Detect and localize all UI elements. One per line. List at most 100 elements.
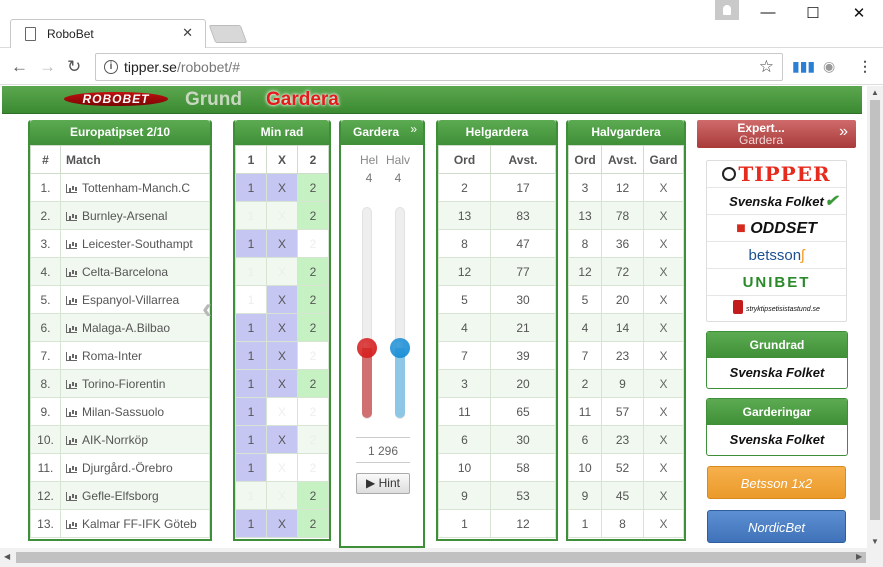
pick-1[interactable]: 1 (235, 369, 267, 398)
minimize-icon[interactable]: — (758, 4, 778, 21)
scrollbar-thumb[interactable] (870, 100, 880, 520)
pick-x[interactable]: X (266, 481, 298, 510)
match-cell[interactable]: Kalmar FF-IFK Göteb (60, 509, 210, 538)
bar-chart-icon[interactable] (66, 183, 77, 193)
match-cell[interactable]: AIK-Norrköp (60, 425, 210, 454)
gard-cell[interactable]: X (643, 229, 684, 258)
menu-icon[interactable]: ⋮ (858, 58, 872, 75)
expert-dropdown[interactable]: Expert... Gardera » (697, 120, 856, 148)
pick-x[interactable]: X (266, 257, 298, 286)
bar-chart-icon[interactable] (66, 211, 77, 221)
bar-chart-icon[interactable] (66, 239, 77, 249)
forward-icon[interactable]: → (39, 57, 56, 77)
gard-cell[interactable]: X (643, 369, 684, 398)
horizontal-scrollbar[interactable]: ◀ ▶ (0, 548, 883, 567)
address-bar[interactable]: i tipper.se/robobet/# ☆ (95, 53, 783, 81)
match-cell[interactable]: Leicester-Southampt (60, 229, 210, 258)
close-window-icon[interactable]: ✕ (849, 4, 869, 22)
grundrad-source[interactable]: Svenska Folket (707, 358, 847, 388)
bar-chart-icon[interactable] (66, 295, 77, 305)
pick-2[interactable]: 2 (297, 173, 329, 202)
pick-x[interactable]: X (266, 397, 298, 426)
pick-1[interactable]: 1 (235, 285, 267, 314)
bookmark-star-icon[interactable]: ☆ (759, 57, 774, 77)
chevron-down-icon[interactable]: » (410, 122, 417, 136)
scroll-left-icon[interactable]: ◀ (4, 552, 10, 561)
pick-1[interactable]: 1 (235, 453, 267, 482)
hel-slider-track[interactable] (357, 207, 377, 419)
bar-chart-icon[interactable] (66, 323, 77, 333)
source-stryktipset[interactable]: stryktipsetisistastund.se (707, 296, 846, 323)
gard-cell[interactable]: X (643, 425, 684, 454)
chevron-left-icon[interactable]: ‹ (202, 292, 212, 326)
scroll-down-icon[interactable]: ▼ (871, 537, 879, 546)
match-cell[interactable]: Tottenham-Manch.C (60, 173, 210, 202)
pick-2[interactable]: 2 (297, 313, 329, 342)
nav-grund[interactable]: Grund (185, 89, 242, 111)
match-cell[interactable]: Milan-Sassuolo (60, 397, 210, 426)
extension-icon[interactable]: ◉ (823, 58, 835, 75)
browser-tab[interactable]: RoboBet ✕ (10, 19, 206, 48)
gard-cell[interactable]: X (643, 509, 684, 538)
vertical-scrollbar[interactable]: ▲ ▼ (867, 86, 883, 548)
halv-slider-handle[interactable] (390, 338, 410, 358)
pick-x[interactable]: X (266, 229, 298, 258)
pick-2[interactable]: 2 (297, 229, 329, 258)
pick-2[interactable]: 2 (297, 201, 329, 230)
new-tab-button[interactable] (208, 25, 248, 43)
bar-chart-icon[interactable] (66, 267, 77, 277)
info-icon[interactable]: i (104, 60, 118, 74)
robobet-logo[interactable]: ROBOBET (64, 92, 168, 106)
gard-cell[interactable]: X (643, 397, 684, 426)
halv-slider-track[interactable] (390, 207, 410, 419)
bar-chart-icon[interactable] (66, 351, 77, 361)
pick-1[interactable]: 1 (235, 229, 267, 258)
bar-chart-icon[interactable] (66, 435, 77, 445)
match-cell[interactable]: Torino-Fiorentin (60, 369, 210, 398)
match-cell[interactable]: Espanyol-Villarrea (60, 285, 210, 314)
close-tab-icon[interactable]: ✕ (182, 25, 193, 41)
pick-x[interactable]: X (266, 341, 298, 370)
pick-x[interactable]: X (266, 453, 298, 482)
pick-1[interactable]: 1 (235, 313, 267, 342)
nordicbet-button[interactable]: NordicBet (707, 510, 846, 543)
pick-2[interactable]: 2 (297, 509, 329, 538)
pick-1[interactable]: 1 (235, 257, 267, 286)
pick-2[interactable]: 2 (297, 285, 329, 314)
pick-1[interactable]: 1 (235, 481, 267, 510)
gard-cell[interactable]: X (643, 341, 684, 370)
betsson-1x2-button[interactable]: Betsson 1x2 (707, 466, 846, 499)
pick-1[interactable]: 1 (235, 201, 267, 230)
bar-chart-icon[interactable] (66, 491, 77, 501)
pick-x[interactable]: X (266, 173, 298, 202)
hint-button[interactable]: ▶ Hint (356, 473, 410, 494)
pick-1[interactable]: 1 (235, 173, 267, 202)
pick-1[interactable]: 1 (235, 509, 267, 538)
source-betsson[interactable]: betssonʃ (707, 242, 846, 269)
gard-cell[interactable]: X (643, 481, 684, 510)
match-cell[interactable]: Djurgård.-Örebro (60, 453, 210, 482)
pick-2[interactable]: 2 (297, 481, 329, 510)
source-tipper[interactable]: TIPPER (707, 161, 846, 188)
nav-gardera[interactable]: Gardera (266, 89, 339, 111)
scrollbar-thumb[interactable] (16, 552, 866, 563)
gard-cell[interactable]: X (643, 285, 684, 314)
match-cell[interactable]: Burnley-Arsenal (60, 201, 210, 230)
match-cell[interactable]: Celta-Barcelona (60, 257, 210, 286)
source-oddset[interactable]: ■ ODDSET (707, 215, 846, 242)
hel-slider-handle[interactable] (357, 338, 377, 358)
scroll-up-icon[interactable]: ▲ (871, 88, 879, 97)
pick-2[interactable]: 2 (297, 425, 329, 454)
pick-2[interactable]: 2 (297, 453, 329, 482)
gard-cell[interactable]: X (643, 201, 684, 230)
source-unibet[interactable]: UNIBET (707, 269, 846, 296)
bar-chart-icon[interactable] (66, 519, 77, 529)
pick-x[interactable]: X (266, 201, 298, 230)
reload-icon[interactable]: ↻ (67, 57, 81, 77)
pick-x[interactable]: X (266, 313, 298, 342)
match-cell[interactable]: Malaga-A.Bilbao (60, 313, 210, 342)
user-profile-icon[interactable] (715, 0, 739, 20)
gard-cell[interactable]: X (643, 173, 684, 202)
bar-chart-icon[interactable] (66, 379, 77, 389)
garderingar-source[interactable]: Svenska Folket (707, 425, 847, 455)
